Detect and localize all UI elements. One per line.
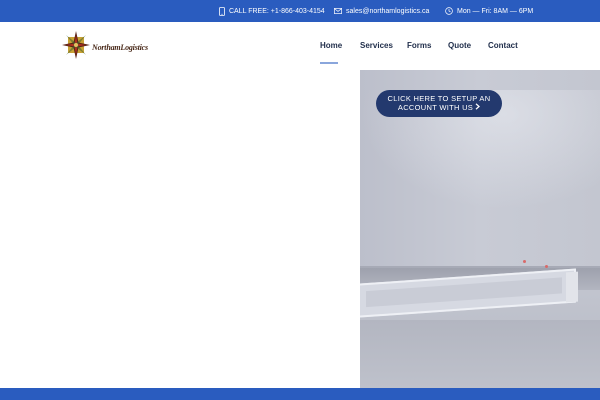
cta-line-2: ACCOUNT WITH US: [397, 103, 474, 112]
compass-star-logo-icon: [62, 31, 90, 64]
nav-item-home[interactable]: Home: [320, 41, 342, 50]
topbar-hours: Mon — Fri: 8AM — 6PM: [445, 0, 533, 22]
cta-line-2-wrap: ACCOUNT WITH US: [397, 103, 481, 112]
phone-icon: [219, 6, 225, 16]
hero-truck-image: [360, 70, 600, 388]
clock-icon: [445, 7, 453, 15]
nav-item-forms[interactable]: Forms: [407, 41, 431, 50]
nav-item-contact[interactable]: Contact: [488, 41, 518, 50]
ground: [360, 320, 600, 388]
mail-icon: [334, 8, 342, 14]
site-logo[interactable]: NorthamLogistics: [62, 31, 148, 64]
nav-item-services[interactable]: Services: [360, 41, 393, 50]
nav-item-quote[interactable]: Quote: [448, 41, 471, 50]
hero-blank-area: [0, 70, 360, 388]
phone-text: CALL FREE: +1-866-403-4154: [229, 7, 325, 15]
hours-text: Mon — Fri: 8AM — 6PM: [457, 7, 534, 15]
chevron-right-icon: [475, 103, 481, 112]
bumper-inset: [366, 277, 562, 308]
marker-light: [523, 260, 526, 263]
marker-light: [545, 265, 548, 268]
bottom-bar: [0, 388, 600, 400]
topbar-email[interactable]: sales@northamlogistics.ca: [334, 0, 429, 22]
top-info-bar: CALL FREE: +1-866-403-4154 sales@northam…: [0, 0, 600, 22]
active-nav-underline: [320, 62, 338, 64]
cta-line-1: CLICK HERE TO SETUP AN: [387, 94, 491, 103]
site-header: NorthamLogistics Home Services Forms Quo…: [0, 22, 600, 70]
topbar-phone[interactable]: CALL FREE: +1-866-403-4154: [219, 0, 325, 22]
bumper-end-cap: [566, 271, 578, 303]
email-text: sales@northamlogistics.ca: [346, 7, 430, 15]
logo-text: NorthamLogistics: [92, 43, 148, 52]
setup-account-button[interactable]: CLICK HERE TO SETUP AN ACCOUNT WITH US: [376, 90, 502, 117]
